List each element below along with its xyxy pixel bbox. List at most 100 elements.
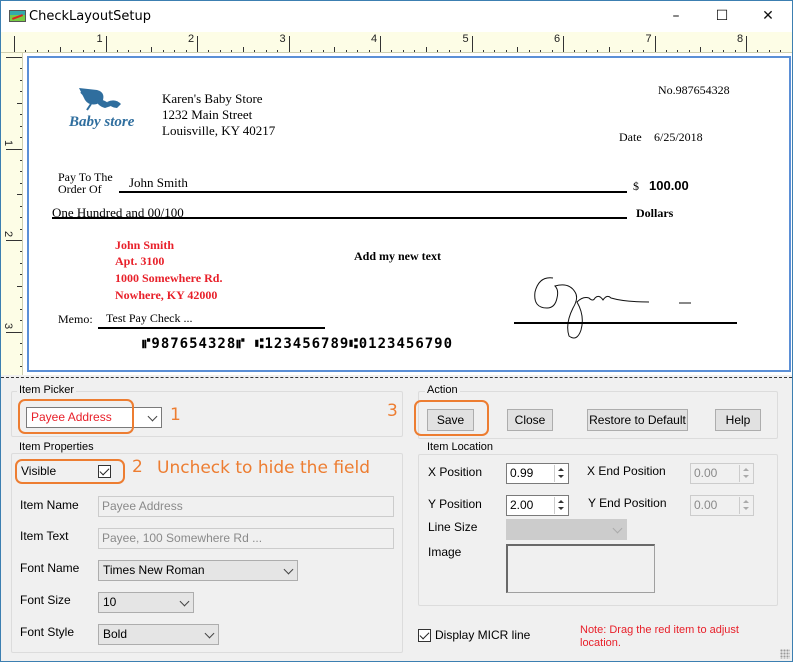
y-end-position-field[interactable]: 0.00 [690,495,754,516]
font-name-label: Font Name [20,561,80,575]
ruler-tick [116,50,118,52]
ruler-tick [425,47,427,52]
image-preview-box[interactable] [506,544,655,593]
payee-name[interactable]: John Smith [129,175,188,191]
item-name-field[interactable]: Payee Address [98,496,394,517]
ruler-tick [391,50,393,52]
ruler-label: 5 [462,33,469,45]
title-bar[interactable]: CheckLayoutSetup – ☐ ✕ [1,1,792,32]
ruler-tick [20,354,22,356]
ruler-tick [665,50,667,52]
close-window-button[interactable]: ✕ [745,1,791,32]
ruler-label: 1 [96,33,103,45]
x-end-position-spinner[interactable] [739,465,752,482]
payee-address-line3[interactable]: 1000 Somewhere Rd. [115,271,222,286]
x-position-spinner[interactable] [554,465,567,482]
date-value[interactable]: 6/25/2018 [654,130,703,145]
x-end-position-label: X End Position [587,464,666,478]
restore-default-button[interactable]: Restore to Default [587,409,688,431]
ruler-tick [36,50,38,52]
ruler-tick [299,50,301,52]
font-name-value: Times New Roman [103,563,205,577]
ruler-label: 3 [279,33,286,45]
ruler-tick [700,47,702,52]
ruler-tick [20,342,22,344]
x-position-label: X Position [428,465,483,479]
ruler-tick [551,50,553,52]
ruler-tick [494,50,496,52]
ruler-tick [242,47,244,52]
ruler-tick [20,68,22,70]
ruler-tick [20,308,22,310]
x-end-position-field[interactable]: 0.00 [690,463,754,484]
item-text-label: Item Text [20,529,69,543]
y-position-spinner[interactable] [554,497,567,514]
font-size-select[interactable]: 10 [98,592,194,613]
currency-symbol: $ [633,179,639,193]
payee-line [119,191,627,193]
ruler-tick [711,50,713,52]
ruler-tick [620,50,622,52]
ruler-label: 4 [371,33,378,45]
spin-up-icon [743,500,749,503]
micr-line[interactable]: ⑈987654328⑈ ⑆123456789⑆0123456790 [142,336,453,352]
ruler-tick [254,50,256,52]
check-layout-window: CheckLayoutSetup – ☐ ✕ 1 2 3 4 5 6 7 8 1 2 3 Baby… [0,0,793,662]
display-micr-label[interactable]: Display MICR line [435,628,530,642]
ruler-tick [20,171,22,173]
annotation-step-3: 3 [387,401,398,421]
resize-grip[interactable] [780,649,790,659]
y-position-label: Y Position [428,497,482,511]
date-label[interactable]: Date [619,130,642,145]
ruler-tick [380,36,381,52]
item-text-field[interactable]: Payee, 100 Somewhere Rd ... [98,528,394,549]
ruler-tick [17,194,22,196]
payer-street[interactable]: 1232 Main Street [162,107,252,123]
ruler-label: 8 [737,33,744,45]
window-title: CheckLayoutSetup [29,9,152,24]
ruler-tick [20,205,22,207]
payer-name[interactable]: Karen's Baby Store [162,91,263,107]
display-micr-checkbox[interactable] [418,629,431,642]
dollars-label: Dollars [636,206,674,220]
ruler-tick [414,50,416,52]
ruler-tick [357,50,359,52]
ruler-tick [6,148,22,150]
ruler-tick [128,50,130,52]
help-button[interactable]: Help [715,409,761,431]
ruler-tick [402,50,404,52]
item-properties-group-label: Item Properties [17,441,96,453]
amount[interactable]: 100.00 [649,178,689,193]
ruler-tick [25,50,27,52]
spin-up-icon [558,500,564,503]
payee-address-line4[interactable]: Nowhere, KY 42000 [115,288,217,303]
x-position-field[interactable]: 0.99 [506,463,569,484]
logo[interactable]: Baby store [67,84,139,136]
ruler-tick [94,50,96,52]
font-style-select[interactable]: Bold [98,624,219,645]
line-size-select[interactable] [506,519,627,540]
minimize-button[interactable]: – [653,1,699,32]
check-number[interactable]: No.987654328 [658,83,730,98]
annotation-step-2-text: Uncheck to hide the field [157,458,370,478]
ruler-tick [780,50,782,52]
font-name-select[interactable]: Times New Roman [98,560,298,581]
y-end-position-spinner[interactable] [739,497,752,514]
maximize-button[interactable]: ☐ [699,1,745,32]
close-button[interactable]: Close [507,409,553,431]
signature-image[interactable] [529,268,709,343]
payee-address-line1[interactable]: John Smith [115,238,174,253]
custom-text[interactable]: Add my new text [354,249,441,264]
ruler-tick [517,47,519,52]
ruler-tick [311,50,313,52]
payer-city[interactable]: Louisville, KY 40217 [162,123,275,139]
spin-down-icon [743,475,749,478]
memo-value[interactable]: Test Pay Check ... [106,311,192,326]
spin-down-icon [558,475,564,478]
payee-address-line2[interactable]: Apt. 3100 [115,254,164,269]
ruler-tick [277,50,279,52]
y-position-field[interactable]: 2.00 [506,495,569,516]
chevron-down-icon [283,564,294,575]
ruler-tick [265,50,267,52]
save-button[interactable]: Save [427,409,474,431]
